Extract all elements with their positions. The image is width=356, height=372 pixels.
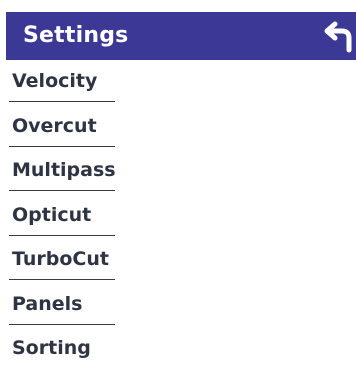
menu-item-label: Velocity xyxy=(12,70,98,92)
back-button[interactable] xyxy=(318,20,356,54)
menu-item-label: Overcut xyxy=(12,114,97,137)
back-arrow-icon xyxy=(324,21,352,53)
divider xyxy=(9,101,115,102)
menu-item-label: Multipass xyxy=(12,159,116,181)
menu-item-multipass[interactable]: Multipass xyxy=(0,149,356,194)
divider xyxy=(9,234,115,236)
divider xyxy=(9,323,115,325)
settings-header: Settings xyxy=(6,12,356,60)
menu-item-panels[interactable]: Panels xyxy=(0,283,356,328)
menu-item-overcut[interactable]: Overcut xyxy=(0,105,356,150)
menu-item-label: Sorting xyxy=(12,337,91,359)
menu-item-label: Opticut xyxy=(12,203,92,226)
divider xyxy=(9,145,115,147)
menu-item-opticut[interactable]: Opticut xyxy=(0,194,356,239)
menu-item-velocity[interactable]: Velocity xyxy=(0,60,356,105)
menu-item-label: Panels xyxy=(12,292,83,315)
divider xyxy=(9,190,115,191)
menu-item-turbocut[interactable]: TurboCut xyxy=(0,238,356,283)
menu-item-sorting[interactable]: Sorting xyxy=(0,327,356,372)
divider xyxy=(9,279,115,280)
page-title: Settings xyxy=(23,23,129,48)
menu-item-label: TurboCut xyxy=(12,248,109,270)
settings-menu: Velocity Overcut Multipass Opticut Turbo… xyxy=(0,60,356,372)
